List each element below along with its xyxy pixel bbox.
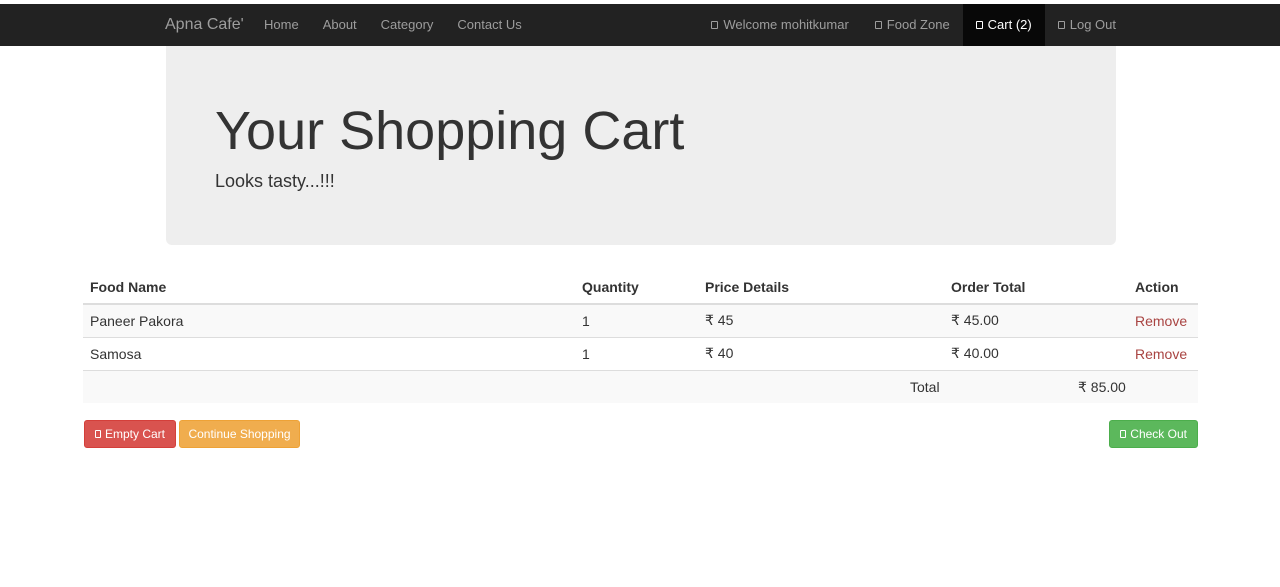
check-out-label: Check Out bbox=[1130, 427, 1187, 441]
action-cell: Remove bbox=[1128, 303, 1198, 337]
continue-shopping-label: Continue Shopping bbox=[188, 427, 291, 441]
header-food-name: Food Name bbox=[83, 270, 575, 305]
action-cell: Remove bbox=[1128, 336, 1198, 370]
food-name: Samosa bbox=[83, 336, 575, 370]
table-header-row: Food Name Quantity Price Details Order T… bbox=[83, 270, 1198, 305]
nav-welcome[interactable]: Welcome mohitkumar bbox=[698, 4, 861, 46]
header-order-total: Order Total bbox=[944, 270, 1128, 305]
total-row: Total ₹ 85.00 bbox=[83, 370, 1198, 403]
header-action: Action bbox=[1128, 270, 1198, 305]
nav-home[interactable]: Home bbox=[252, 4, 311, 46]
page-title: Your Shopping Cart bbox=[215, 101, 685, 161]
cart-label: Cart (2) bbox=[987, 17, 1032, 32]
logout-icon bbox=[1057, 21, 1065, 29]
jumbotron: Your Shopping Cart Looks tasty...!!! bbox=[166, 46, 1116, 245]
order-total: ₹ 40.00 bbox=[944, 336, 1128, 370]
page-subtitle: Looks tasty...!!! bbox=[215, 171, 335, 191]
user-icon bbox=[711, 21, 719, 29]
check-out-button[interactable]: Check Out bbox=[1109, 420, 1198, 448]
food-zone-label: Food Zone bbox=[886, 17, 950, 32]
empty-cart-label: Empty Cart bbox=[104, 427, 165, 441]
order-total: ₹ 45.00 bbox=[944, 303, 1128, 337]
price-details: ₹ 45 bbox=[698, 303, 944, 337]
nav-left: Home About Category Contact Us bbox=[252, 4, 534, 46]
nav-category[interactable]: Category bbox=[369, 4, 446, 46]
quantity: 1 bbox=[575, 336, 698, 370]
food-name: Paneer Pakora bbox=[83, 303, 575, 337]
remove-link[interactable]: Remove bbox=[1135, 313, 1187, 329]
cart-table: Food Name Quantity Price Details Order T… bbox=[83, 270, 1198, 370]
continue-shopping-button[interactable]: Continue Shopping bbox=[179, 420, 300, 448]
logout-label: Log Out bbox=[1069, 17, 1116, 32]
nav-cart[interactable]: Cart (2) bbox=[962, 4, 1045, 46]
cart-icon bbox=[975, 21, 983, 29]
navbar: Apna Cafe' Home About Category Contact U… bbox=[0, 4, 1280, 46]
welcome-label: Welcome mohitkumar bbox=[723, 17, 849, 32]
table-row: Paneer Pakora 1 ₹ 45 ₹ 45.00 Remove bbox=[83, 303, 1198, 337]
nav-logout[interactable]: Log Out bbox=[1045, 4, 1129, 46]
nav-contact[interactable]: Contact Us bbox=[445, 4, 533, 46]
price-details: ₹ 40 bbox=[698, 336, 944, 370]
table-row: Samosa 1 ₹ 40 ₹ 40.00 Remove bbox=[83, 336, 1198, 370]
header-quantity: Quantity bbox=[575, 270, 698, 305]
total-label: Total bbox=[910, 379, 940, 395]
food-icon bbox=[874, 21, 882, 29]
nav-about[interactable]: About bbox=[311, 4, 369, 46]
brand-logo[interactable]: Apna Cafe' bbox=[165, 4, 244, 46]
check-out-icon bbox=[1120, 430, 1127, 438]
total-value: ₹ 85.00 bbox=[1078, 379, 1126, 395]
quantity: 1 bbox=[575, 303, 698, 337]
trash-icon bbox=[95, 430, 101, 438]
empty-cart-button[interactable]: Empty Cart bbox=[84, 420, 176, 448]
nav-right: Welcome mohitkumar Food Zone Cart (2) Lo… bbox=[698, 4, 1129, 46]
nav-food-zone[interactable]: Food Zone bbox=[862, 4, 963, 46]
remove-link[interactable]: Remove bbox=[1135, 346, 1187, 362]
header-price-details: Price Details bbox=[698, 270, 944, 305]
